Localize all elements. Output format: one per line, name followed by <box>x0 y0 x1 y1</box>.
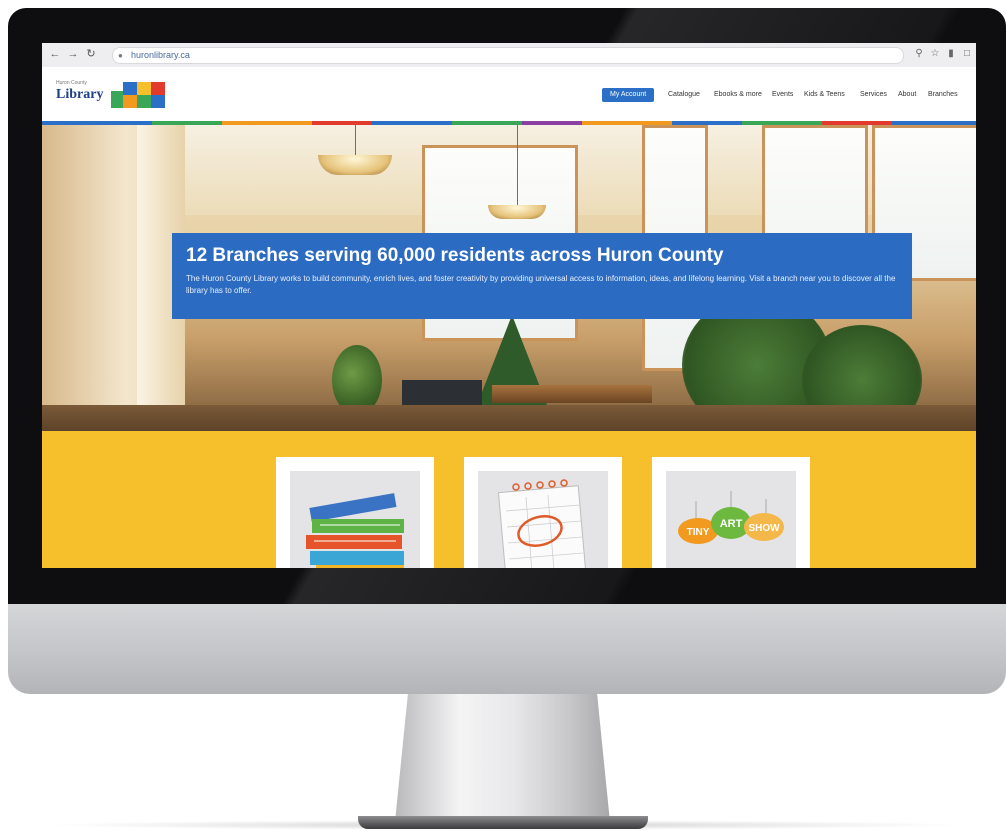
badge-word-art: ART <box>720 518 743 530</box>
logo-library-text: Library <box>56 87 104 102</box>
hero-title: 12 Branches serving 60,000 residents acr… <box>186 245 724 266</box>
reading-table <box>492 385 652 403</box>
monitor-stand-base <box>358 816 648 829</box>
nav-link-branches[interactable]: Branches <box>928 88 958 102</box>
logo-color-blocks <box>111 82 165 108</box>
zoom-icon[interactable]: ⚲ <box>912 47 926 61</box>
badge-word-show: SHOW <box>748 523 780 534</box>
lock-icon: ● <box>118 51 123 60</box>
forward-icon[interactable]: → <box>66 47 80 61</box>
badge-word-tiny: TINY <box>687 527 710 538</box>
reload-icon[interactable]: ↻ <box>84 47 98 61</box>
hero-description: The Huron County Library works to build … <box>186 274 896 295</box>
nav-link-services[interactable]: Services <box>860 88 887 102</box>
nav-link-catalogue[interactable]: Catalogue <box>668 88 700 102</box>
library-logo[interactable]: Huron County Library <box>56 80 166 110</box>
screen: ← → ↻ ● huronlibrary.ca ⚲ ☆ ▮ □ Huron Co… <box>42 43 976 568</box>
site-header: Huron County Library My Account Catalogu… <box>42 67 976 121</box>
nav-link-kids-teens[interactable]: Kids & Teens <box>804 88 845 102</box>
hero-image: 12 Branches serving 60,000 residents acr… <box>42 125 976 431</box>
logo-county-text: Huron County <box>56 80 87 86</box>
browser-toolbar: ← → ↻ ● huronlibrary.ca ⚲ ☆ ▮ □ <box>42 43 976 68</box>
star-icon[interactable]: ☆ <box>928 47 942 61</box>
books-stack-icon <box>306 493 404 568</box>
books-card[interactable] <box>276 457 434 568</box>
monitor-chin <box>8 604 1006 694</box>
my-account-button[interactable]: My Account <box>602 88 655 102</box>
extensions-icon[interactable]: ▮ <box>944 47 958 61</box>
ceiling-lamp <box>318 155 392 175</box>
calendar-card[interactable] <box>464 457 622 568</box>
tiny-art-show-icon: TINY ART SHOW <box>678 491 784 544</box>
feature-section: TINY ART SHOW <box>42 431 976 568</box>
address-bar[interactable]: ● huronlibrary.ca <box>112 47 904 64</box>
nav-link-about[interactable]: About <box>898 88 916 102</box>
back-icon[interactable]: ← <box>48 47 62 61</box>
nav-link-events[interactable]: Events <box>772 88 793 102</box>
calendar-icon <box>497 479 587 568</box>
address-url: huronlibrary.ca <box>131 50 190 60</box>
nav-link-ebooks[interactable]: Ebooks & more <box>714 88 762 102</box>
tiny-art-show-card[interactable]: TINY ART SHOW <box>652 457 810 568</box>
monitor-stand-neck <box>395 694 610 822</box>
ceiling-lamp <box>488 205 546 219</box>
hero-banner: 12 Branches serving 60,000 residents acr… <box>172 233 912 319</box>
window-icon[interactable]: □ <box>960 47 974 61</box>
